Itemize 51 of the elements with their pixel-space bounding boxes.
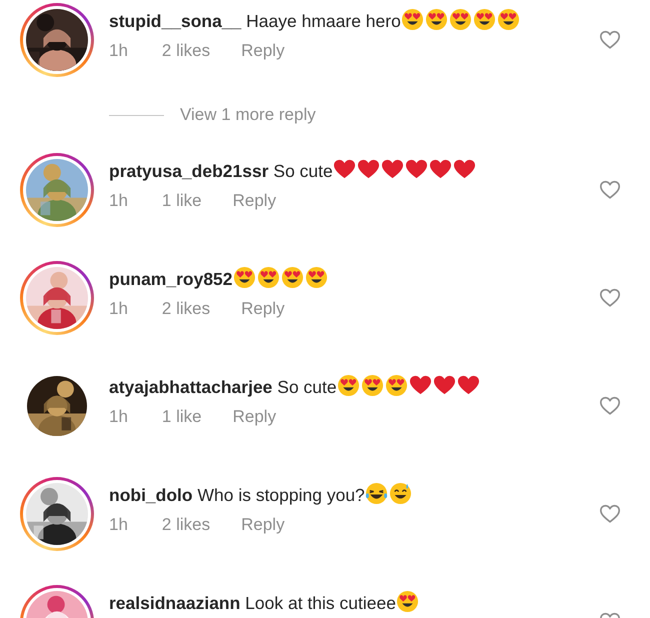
reply-button[interactable]: Reply: [241, 39, 285, 63]
heart-icon[interactable]: [599, 287, 621, 309]
comment-text: punam_roy852: [109, 266, 599, 291]
heart-eyes-emoji-icon: [384, 374, 408, 397]
reply-button[interactable]: Reply: [232, 189, 276, 213]
comment-time: 1h: [109, 298, 128, 320]
heart-eyes-emoji-icon: [424, 8, 448, 31]
reply-button[interactable]: Reply: [232, 405, 276, 429]
heart-icon[interactable]: [599, 503, 621, 525]
heart-emoji-icon: [456, 374, 480, 397]
heart-emoji-icon: [432, 374, 456, 397]
heart-eyes-emoji-icon: [360, 374, 384, 397]
like-count[interactable]: 1 like: [162, 189, 202, 213]
heart-emoji-icon: [380, 158, 404, 181]
heart-eyes-emoji-icon: [232, 266, 256, 289]
comment-time: 1h: [109, 190, 128, 212]
comment-time: 1h: [109, 514, 128, 536]
heart-icon[interactable]: [599, 29, 621, 51]
like-count[interactable]: 1 like: [162, 405, 202, 429]
heart-eyes-emoji-icon: [400, 8, 424, 31]
heart-eyes-emoji-icon: [472, 8, 496, 31]
heart-eyes-emoji-icon: [336, 374, 360, 397]
heart-eyes-emoji-icon: [448, 8, 472, 31]
heart-emoji-icon: [404, 158, 428, 181]
laughing-tears-emoji-icon: [364, 482, 388, 505]
reply-button[interactable]: Reply: [241, 297, 285, 321]
heart-icon[interactable]: [599, 179, 621, 201]
reply-button[interactable]: Reply: [241, 513, 285, 537]
heart-emoji-icon: [356, 158, 380, 181]
heart-eyes-emoji-icon: [256, 266, 280, 289]
comment-text: atyajabhattacharjee So cute: [109, 374, 599, 399]
heart-emoji-icon: [408, 374, 432, 397]
heart-eyes-emoji-icon: [304, 266, 328, 289]
heart-eyes-emoji-icon: [280, 266, 304, 289]
heart-eyes-emoji-icon: [396, 590, 419, 613]
comment-text: stupid__sona__ Haaye hmaare hero: [109, 8, 599, 33]
like-count[interactable]: 2 likes: [162, 513, 210, 537]
view-replies-link[interactable]: View 1 more reply: [180, 105, 316, 125]
comment-time: 1h: [109, 406, 128, 428]
heart-emoji-icon: [428, 158, 452, 181]
heart-emoji-icon: [452, 158, 476, 181]
heart-icon[interactable]: [599, 395, 621, 417]
comment-text: nobi_dolo Who is stopping you?: [109, 482, 599, 507]
comment-time: 1h: [109, 40, 128, 62]
like-count[interactable]: 2 likes: [162, 39, 210, 63]
comment-text: pratyusa_deb21ssr So cute: [109, 158, 599, 183]
heart-eyes-emoji-icon: [496, 8, 520, 31]
comment-text: realsidnaaziann Look at this cutieee: [109, 590, 599, 615]
heart-emoji-icon: [332, 158, 356, 181]
like-count[interactable]: 2 likes: [162, 297, 210, 321]
sweat-smile-emoji-icon: [388, 482, 412, 505]
